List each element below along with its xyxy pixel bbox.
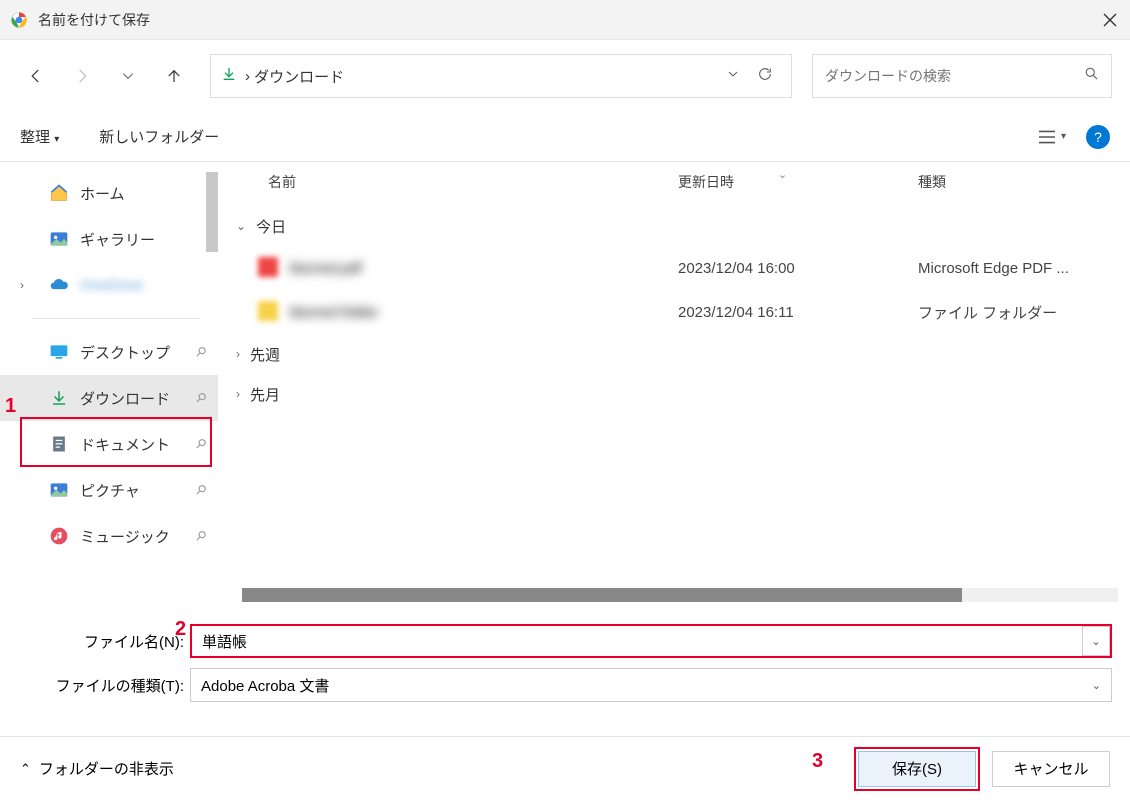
filetype-select[interactable]: Adobe Acroba 文書 ⌄ xyxy=(190,668,1112,702)
breadcrumb-current[interactable]: ダウンロード xyxy=(254,66,344,87)
sidebar-item-home[interactable]: ホーム xyxy=(0,170,218,216)
file-list: 名前 ⌄ 更新日時 種類 ⌄今日 blurred.pdf 2023/12/04 … xyxy=(218,162,1130,610)
home-icon xyxy=(48,182,70,204)
recent-dropdown[interactable] xyxy=(110,58,146,94)
filename-dropdown[interactable]: ⌄ xyxy=(1082,626,1110,656)
chevron-right-icon: › xyxy=(236,347,240,361)
help-button[interactable]: ? xyxy=(1086,125,1110,149)
sidebar-divider xyxy=(32,318,200,319)
file-type: ファイル フォルダー xyxy=(918,302,1130,323)
search-icon xyxy=(1084,66,1099,86)
file-type: Microsoft Edge PDF ... xyxy=(918,260,1130,277)
horizontal-scrollbar[interactable] xyxy=(242,588,1118,602)
address-dropdown[interactable] xyxy=(717,67,749,85)
main-area: ホーム ギャラリー › OneDrive デスクトップ ⚲ ダウンロード ⚲ ド… xyxy=(0,162,1130,610)
group-today[interactable]: ⌄今日 xyxy=(218,206,1130,246)
pin-icon: ⚲ xyxy=(192,435,210,453)
sidebar: ホーム ギャラリー › OneDrive デスクトップ ⚲ ダウンロード ⚲ ド… xyxy=(0,162,218,610)
breadcrumb-sep: › xyxy=(245,68,254,85)
column-name[interactable]: 名前 xyxy=(218,172,678,192)
document-icon xyxy=(48,433,70,455)
sidebar-item-downloads[interactable]: ダウンロード ⚲ xyxy=(0,375,218,421)
save-button[interactable]: 保存(S) xyxy=(858,751,976,787)
chrome-icon xyxy=(10,11,28,29)
nav-row: › ダウンロード xyxy=(0,40,1130,112)
file-date: 2023/12/04 16:00 xyxy=(678,260,918,277)
window-title: 名前を付けて保存 xyxy=(38,10,150,30)
folder-icon xyxy=(258,301,280,323)
music-icon xyxy=(48,525,70,547)
pictures-icon xyxy=(48,479,70,501)
sidebar-item-documents[interactable]: ドキュメント ⚲ xyxy=(0,421,218,467)
organize-menu[interactable]: 整理 ▾ xyxy=(20,126,59,147)
address-bar[interactable]: › ダウンロード xyxy=(210,54,792,98)
file-row[interactable]: blurred folder 2023/12/04 16:11 ファイル フォル… xyxy=(218,290,1130,334)
annotation-number-3: 3 xyxy=(812,750,823,773)
gallery-icon xyxy=(48,228,70,250)
list-header: 名前 ⌄ 更新日時 種類 xyxy=(218,162,1130,202)
desktop-icon xyxy=(48,341,70,363)
new-folder-button[interactable]: 新しいフォルダー xyxy=(99,126,219,147)
title-bar: 名前を付けて保存 xyxy=(0,0,1130,40)
sidebar-item-pictures[interactable]: ピクチャ ⚲ xyxy=(0,467,218,513)
file-date: 2023/12/04 16:11 xyxy=(678,304,918,321)
column-date[interactable]: ⌄ 更新日時 xyxy=(678,172,918,192)
toolbar: 整理 ▾ 新しいフォルダー ▾ ? xyxy=(0,112,1130,162)
close-button[interactable] xyxy=(1090,0,1130,40)
column-type[interactable]: 種類 xyxy=(918,172,1130,192)
search-input[interactable] xyxy=(825,68,1099,84)
hide-folders-toggle[interactable]: ⌃ フォルダーの非表示 xyxy=(20,758,174,779)
cloud-icon xyxy=(48,274,70,296)
filetype-label: ファイルの種類(T): xyxy=(18,675,190,696)
cancel-button[interactable]: キャンセル xyxy=(992,751,1110,787)
search-box[interactable] xyxy=(812,54,1112,98)
chevron-down-icon: ⌄ xyxy=(1092,679,1101,692)
filename-input[interactable] xyxy=(190,624,1112,658)
download-folder-icon xyxy=(48,387,70,409)
pin-icon: ⚲ xyxy=(192,389,210,407)
chevron-up-icon: ⌃ xyxy=(20,761,31,777)
file-row[interactable]: blurred.pdf 2023/12/04 16:00 Microsoft E… xyxy=(218,246,1130,290)
pin-icon: ⚲ xyxy=(192,343,210,361)
chevron-right-icon: › xyxy=(20,278,24,292)
download-icon xyxy=(221,66,237,87)
back-button[interactable] xyxy=(18,58,54,94)
sort-indicator-icon: ⌄ xyxy=(778,168,787,181)
sidebar-item-gallery[interactable]: ギャラリー xyxy=(0,216,218,262)
group-lastweek[interactable]: ›先週 xyxy=(218,334,1130,374)
filename-label: ファイル名(N): xyxy=(18,631,190,652)
pin-icon: ⚲ xyxy=(192,527,210,545)
annotation-number-2: 2 xyxy=(175,618,186,641)
group-lastmonth[interactable]: ›先月 xyxy=(218,374,1130,414)
chevron-down-icon: ⌄ xyxy=(236,219,246,233)
sidebar-item-desktop[interactable]: デスクトップ ⚲ xyxy=(0,329,218,375)
chevron-right-icon: › xyxy=(236,387,240,401)
view-mode-button[interactable]: ▾ xyxy=(1037,129,1066,145)
pdf-icon xyxy=(258,257,280,279)
refresh-button[interactable] xyxy=(749,66,781,87)
pin-icon: ⚲ xyxy=(192,481,210,499)
sidebar-item-music[interactable]: ミュージック ⚲ xyxy=(0,513,218,559)
annotation-number-1: 1 xyxy=(5,395,16,418)
up-button[interactable] xyxy=(156,58,192,94)
sidebar-item-onedrive[interactable]: › OneDrive xyxy=(0,262,218,308)
forward-button[interactable] xyxy=(64,58,100,94)
footer: ⌃ フォルダーの非表示 保存(S) キャンセル xyxy=(0,736,1130,800)
file-fields: ファイル名(N): ⌄ ファイルの種類(T): Adobe Acroba 文書 … xyxy=(0,610,1130,718)
